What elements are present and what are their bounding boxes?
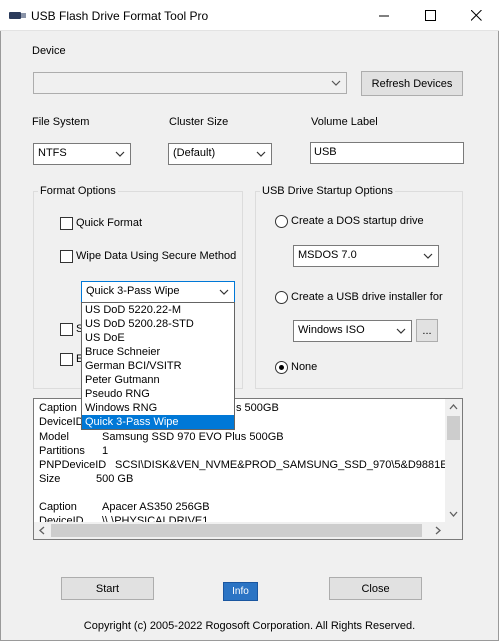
vertical-scroll-thumb[interactable] [447, 416, 460, 440]
dos-startup-label: Create a DOS startup drive [291, 215, 424, 227]
installer-source-select[interactable]: Windows ISO [293, 320, 412, 342]
cluster-size-select[interactable]: (Default) [168, 143, 272, 165]
usb-installer-radio[interactable] [275, 291, 288, 304]
dropdown-item[interactable]: Pseudo RNG [82, 387, 234, 401]
option-checkbox-2[interactable] [60, 353, 73, 366]
refresh-devices-button[interactable]: Refresh Devices [361, 71, 463, 96]
none-radio[interactable] [275, 361, 288, 374]
copyright-text: Copyright (c) 2005-2022 Rogosoft Corpora… [83, 620, 416, 632]
volume-label-input[interactable]: USB [310, 142, 464, 164]
dos-startup-radio[interactable] [275, 215, 288, 228]
quick-format-checkbox[interactable] [60, 217, 73, 230]
file-system-select[interactable]: NTFS [33, 143, 131, 165]
dropdown-item[interactable]: German BCI/VSITR [82, 359, 234, 373]
close-icon [470, 10, 482, 21]
maximize-button[interactable] [407, 0, 453, 31]
close-button[interactable]: Close [329, 577, 422, 600]
horizontal-scrollbar[interactable] [34, 522, 447, 539]
vertical-scrollbar[interactable] [445, 399, 462, 523]
dos-version-value: MSDOS 7.0 [298, 249, 357, 261]
installer-source-value: Windows ISO [298, 324, 365, 336]
info-button[interactable]: Info [223, 582, 258, 601]
wipe-data-checkbox[interactable] [60, 250, 73, 263]
chevron-down-icon [256, 151, 266, 157]
device-select[interactable] [33, 72, 347, 94]
wipe-method-dropdown-list[interactable]: US DoD 5220.22-M US DoD 5200.28-STD US D… [81, 302, 235, 430]
chevron-down-icon [219, 289, 229, 295]
usb-installer-label: Create a USB drive installer for [291, 291, 443, 303]
dropdown-item[interactable]: US DoD 5220.22-M [82, 303, 234, 317]
chevron-down-icon [396, 328, 406, 334]
close-window-button[interactable] [453, 0, 499, 31]
cluster-size-label: Cluster Size [169, 116, 229, 128]
device-label: Device [32, 45, 66, 57]
dropdown-item-selected[interactable]: Quick 3-Pass Wipe [82, 415, 234, 429]
scroll-left-icon[interactable] [39, 526, 45, 535]
usb-drive-icon [9, 12, 26, 19]
wipe-method-select[interactable]: Quick 3-Pass Wipe [81, 281, 235, 303]
title-bar: USB Flash Drive Format Tool Pro [0, 0, 499, 31]
startup-options-title: USB Drive Startup Options [260, 185, 395, 197]
scroll-right-icon[interactable] [435, 526, 441, 535]
dropdown-item[interactable]: Windows RNG [82, 401, 234, 415]
chevron-down-icon [423, 253, 433, 259]
scroll-down-icon[interactable] [449, 511, 458, 517]
option-checkbox-1[interactable] [60, 323, 73, 336]
horizontal-scroll-thumb[interactable] [51, 524, 422, 537]
maximize-icon [424, 10, 436, 21]
file-system-value: NTFS [38, 147, 67, 159]
scroll-up-icon[interactable] [449, 404, 458, 410]
format-options-title: Format Options [38, 185, 118, 197]
quick-format-label: Quick Format [76, 217, 143, 229]
none-label: None [291, 361, 318, 373]
dropdown-item[interactable]: Bruce Schneier [82, 345, 234, 359]
dos-version-select[interactable]: MSDOS 7.0 [293, 245, 439, 267]
minimize-icon [378, 15, 389, 17]
file-system-label: File System [32, 116, 90, 128]
wipe-data-label: Wipe Data Using Secure Method [76, 250, 237, 262]
chevron-down-icon [115, 151, 125, 157]
minimize-button[interactable] [361, 0, 407, 31]
chevron-down-icon [331, 80, 341, 86]
dropdown-item[interactable]: US DoE [82, 331, 234, 345]
dropdown-item[interactable]: Peter Gutmann [82, 373, 234, 387]
cluster-size-value: (Default) [173, 147, 216, 159]
main-panel: Device Refresh Devices File System NTFS … [0, 31, 499, 641]
volume-label-label: Volume Label [311, 116, 378, 128]
browse-button[interactable]: ... [416, 319, 438, 342]
window-title: USB Flash Drive Format Tool Pro [31, 9, 209, 23]
scrollbar-corner [445, 522, 462, 539]
start-button[interactable]: Start [61, 577, 154, 600]
wipe-method-value: Quick 3-Pass Wipe [86, 285, 180, 297]
dropdown-item[interactable]: US DoD 5200.28-STD [82, 317, 234, 331]
